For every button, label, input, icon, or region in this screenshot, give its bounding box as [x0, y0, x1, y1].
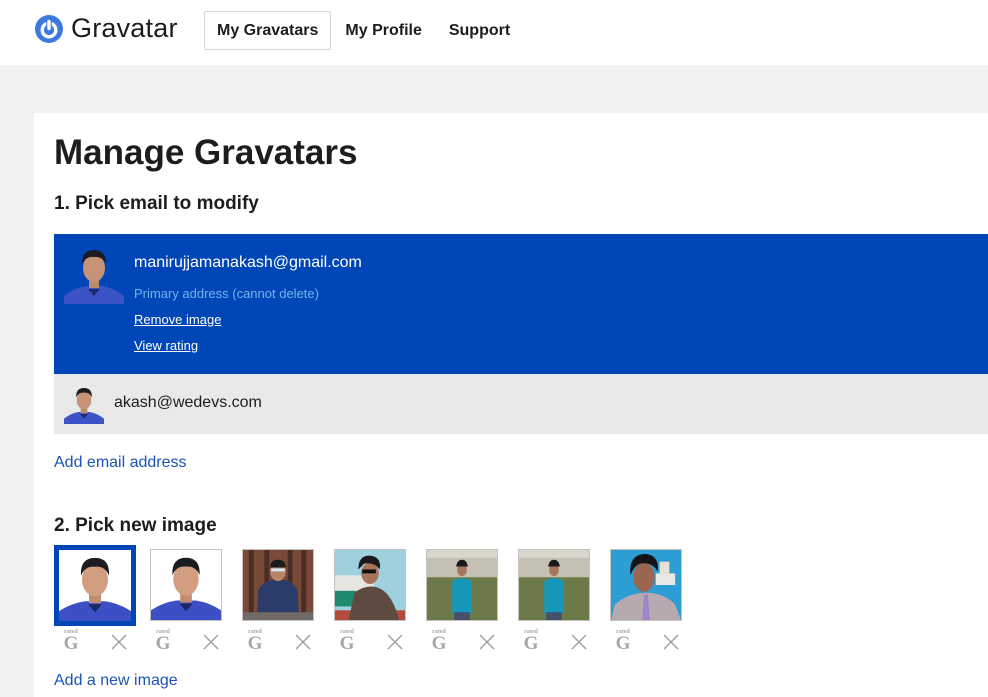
email-list: manirujjamanakash@gmail.com Primary addr… [54, 234, 988, 434]
image-thumbnail[interactable] [610, 549, 682, 621]
email-address: manirujjamanakash@gmail.com [134, 254, 362, 271]
delete-image-icon[interactable] [202, 633, 220, 651]
rating-g-icon[interactable]: rated G [614, 629, 632, 653]
delete-image-icon[interactable] [386, 633, 404, 651]
image-thumbnail[interactable] [334, 549, 406, 621]
image-thumbnail[interactable] [242, 549, 314, 621]
rating-g-icon[interactable]: rated G [154, 629, 172, 653]
image-grid: rated G rated G rated G rated G rated G … [54, 545, 698, 657]
avatar [64, 384, 104, 424]
rating-g-icon[interactable]: rated G [62, 629, 80, 653]
photo [243, 550, 313, 620]
main-nav: My Gravatars My Profile Support [204, 11, 523, 50]
delete-image-icon[interactable] [478, 633, 496, 651]
photo [611, 550, 681, 620]
image-thumbnail[interactable] [518, 549, 590, 621]
email-row-selected[interactable]: manirujjamanakash@gmail.com Primary addr… [54, 234, 988, 374]
add-new-image-link[interactable]: Add a new image [54, 672, 178, 690]
logo-text: Gravatar [71, 13, 178, 43]
nav-support[interactable]: Support [436, 11, 523, 50]
rating-g-icon[interactable]: rated G [430, 629, 448, 653]
image-item: rated G [54, 545, 146, 657]
photo [335, 550, 405, 620]
image-item: rated G [606, 545, 698, 657]
nav-my-gravatars[interactable]: My Gravatars [204, 11, 332, 50]
delete-image-icon[interactable] [110, 633, 128, 651]
image-item: rated G [422, 545, 514, 657]
image-thumbnail[interactable] [426, 549, 498, 621]
avatar-image [64, 244, 124, 304]
email-row[interactable]: akash@wedevs.com [54, 374, 988, 434]
delete-image-icon[interactable] [570, 633, 588, 651]
rating-g-icon[interactable]: rated G [522, 629, 540, 653]
photo [519, 550, 589, 620]
rating-g-icon[interactable]: rated G [246, 629, 264, 653]
nav-my-profile[interactable]: My Profile [332, 11, 434, 50]
avatar [64, 244, 124, 304]
add-email-link[interactable]: Add email address [54, 454, 187, 472]
section-pick-email-title: 1. Pick email to modify [54, 193, 259, 214]
manage-panel: Manage Gravatars 1. Pick email to modify… [34, 113, 988, 697]
remove-image-link[interactable]: Remove image [134, 312, 221, 327]
delete-image-icon[interactable] [662, 633, 680, 651]
delete-image-icon[interactable] [294, 633, 312, 651]
gravatar-logo[interactable]: Gravatar [35, 13, 178, 44]
avatar-image [64, 384, 104, 424]
view-rating-link[interactable]: View rating [134, 338, 198, 353]
photo [151, 550, 221, 620]
photo [427, 550, 497, 620]
photo [59, 550, 131, 621]
gravatar-logo-icon [35, 14, 63, 43]
email-address: akash@wedevs.com [114, 394, 262, 411]
image-thumbnail[interactable] [150, 549, 222, 621]
image-item: rated G [330, 545, 422, 657]
image-item: rated G [514, 545, 606, 657]
image-thumbnail-selected[interactable] [54, 545, 136, 626]
section-pick-image-title: 2. Pick new image [54, 515, 217, 536]
image-item: rated G [146, 545, 238, 657]
primary-address-note: Primary address (cannot delete) [134, 286, 319, 301]
top-bar: Gravatar My Gravatars My Profile Support [0, 0, 988, 65]
rating-g-icon[interactable]: rated G [338, 629, 356, 653]
page-title: Manage Gravatars [54, 133, 358, 172]
image-item: rated G [238, 545, 330, 657]
